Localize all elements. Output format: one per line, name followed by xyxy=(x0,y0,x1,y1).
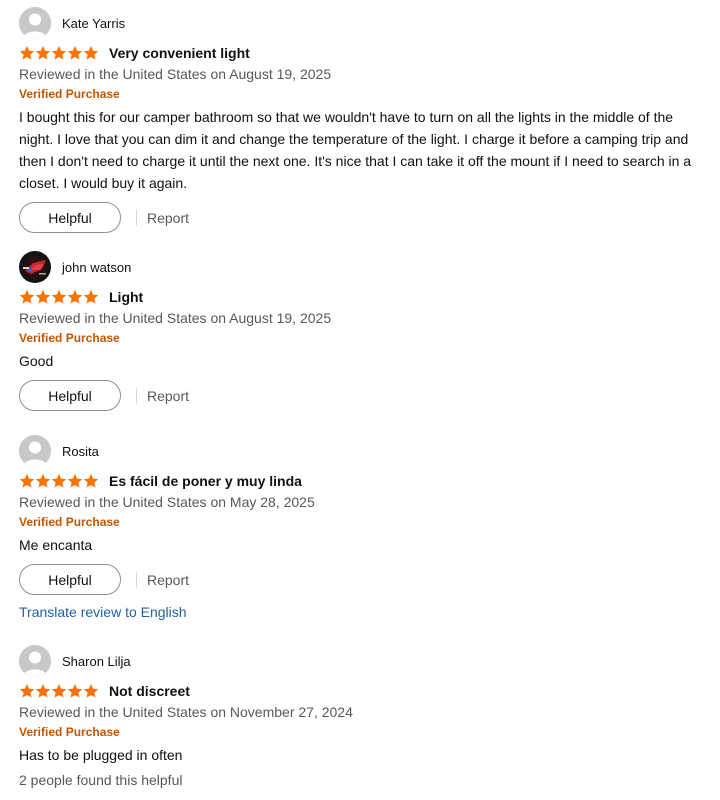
review-card: Sharon Lilja Not discreet Reviewed in th… xyxy=(19,645,708,788)
star-icon xyxy=(51,45,67,61)
review-title[interactable]: Very convenient light xyxy=(109,45,250,61)
star-icon xyxy=(67,45,83,61)
review-date: Reviewed in the United States on August … xyxy=(19,310,332,326)
reviewer-name[interactable]: john watson xyxy=(62,260,131,275)
star-icon xyxy=(35,289,51,305)
photo-avatar-icon xyxy=(19,251,51,283)
review-body: Has to be plugged in often xyxy=(19,747,183,763)
star-icon xyxy=(35,473,51,489)
helpful-button[interactable]: Helpful xyxy=(19,202,121,233)
reviewer-profile[interactable]: john watson xyxy=(19,251,708,283)
reviewer-profile[interactable]: Rosita xyxy=(19,435,708,467)
divider xyxy=(136,387,137,404)
reviewer-profile[interactable]: Kate Yarris xyxy=(19,7,708,39)
divider xyxy=(136,571,137,588)
divider xyxy=(136,209,137,226)
star-icon xyxy=(19,473,35,489)
default-avatar-icon xyxy=(19,435,51,467)
reviewer-name[interactable]: Sharon Lilja xyxy=(62,654,131,669)
review-body: Good xyxy=(19,353,54,369)
review-card: john watson Light Reviewed in the United… xyxy=(19,251,708,411)
star-icon xyxy=(67,473,83,489)
star-icon xyxy=(83,289,99,305)
star-icon xyxy=(67,289,83,305)
star-rating[interactable] xyxy=(19,683,99,699)
star-icon xyxy=(35,45,51,61)
reviewer-name[interactable]: Rosita xyxy=(62,444,99,459)
reviewer-profile[interactable]: Sharon Lilja xyxy=(19,645,708,677)
translate-review-link[interactable]: Translate review to English xyxy=(19,604,708,620)
verified-purchase-badge: Verified Purchase xyxy=(19,725,120,739)
report-link[interactable]: Report xyxy=(147,572,189,588)
star-icon xyxy=(51,289,67,305)
star-rating[interactable] xyxy=(19,289,99,305)
review-date: Reviewed in the United States on Novembe… xyxy=(19,704,353,720)
helpful-count-text: 2 people found this helpful xyxy=(19,772,183,788)
default-avatar-icon xyxy=(19,645,51,677)
reviews-list: Kate Yarris Very convenient light Review… xyxy=(0,0,720,800)
star-icon xyxy=(83,473,99,489)
star-icon xyxy=(51,683,67,699)
review-body: I bought this for our camper bathroom so… xyxy=(19,109,692,191)
star-icon xyxy=(67,683,83,699)
star-rating[interactable] xyxy=(19,45,99,61)
star-icon xyxy=(19,45,35,61)
helpful-button[interactable]: Helpful xyxy=(19,380,121,411)
report-link[interactable]: Report xyxy=(147,388,189,404)
star-icon xyxy=(51,473,67,489)
review-title[interactable]: Es fácil de poner y muy linda xyxy=(109,473,302,489)
star-icon xyxy=(19,289,35,305)
star-icon xyxy=(35,683,51,699)
review-date: Reviewed in the United States on May 28,… xyxy=(19,494,315,510)
verified-purchase-badge: Verified Purchase xyxy=(19,515,120,529)
star-icon xyxy=(83,45,99,61)
reviewer-name[interactable]: Kate Yarris xyxy=(62,16,125,31)
review-title[interactable]: Not discreet xyxy=(109,683,190,699)
review-date: Reviewed in the United States on August … xyxy=(19,66,332,82)
helpful-button[interactable]: Helpful xyxy=(19,564,121,595)
star-icon xyxy=(19,683,35,699)
review-card: Kate Yarris Very convenient light Review… xyxy=(19,7,708,233)
star-icon xyxy=(83,683,99,699)
review-body: Me encanta xyxy=(19,537,93,553)
verified-purchase-badge: Verified Purchase xyxy=(19,87,120,101)
review-card: Rosita Es fácil de poner y muy linda Rev… xyxy=(19,435,708,620)
verified-purchase-badge: Verified Purchase xyxy=(19,331,120,345)
report-link[interactable]: Report xyxy=(147,210,189,226)
star-rating[interactable] xyxy=(19,473,99,489)
default-avatar-icon xyxy=(19,7,51,39)
review-title[interactable]: Light xyxy=(109,289,143,305)
